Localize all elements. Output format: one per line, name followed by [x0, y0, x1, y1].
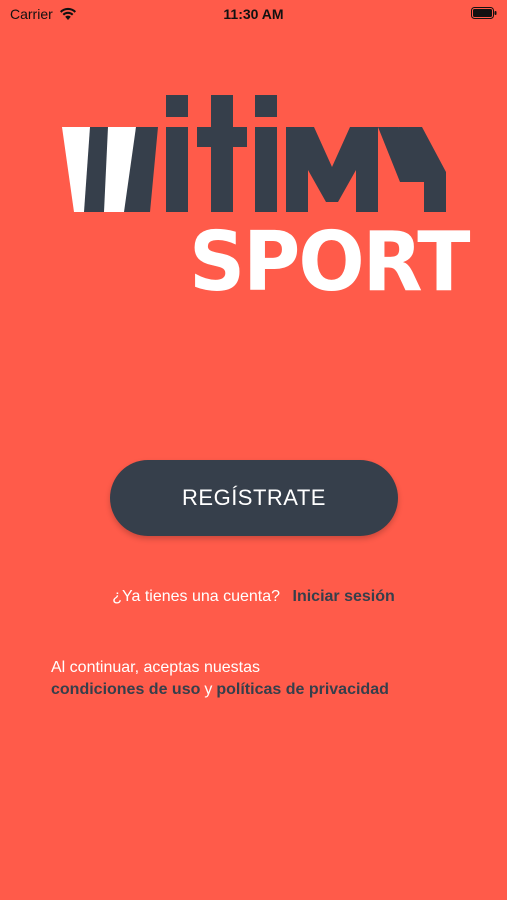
privacy-policy-link[interactable]: políticas de privacidad — [216, 681, 389, 698]
have-account-text: ¿Ya tienes una cuenta? — [112, 588, 281, 605]
register-button[interactable]: REGÍSTRATE — [110, 460, 398, 536]
welcome-screen: Carrier 11:30 AM SPORT REGÍSTRATE ¿Ya ti… — [0, 0, 507, 900]
terms-links-line: condiciones de uso y políticas de privacid… — [51, 679, 491, 701]
login-link[interactable]: Iniciar sesión — [293, 588, 395, 605]
status-time: 11:30 AM — [223, 6, 284, 22]
witim-wordmark — [62, 95, 446, 212]
terms-notice: Al continuar, aceptas nuestas condicione… — [51, 657, 491, 701]
login-prompt: ¿Ya tienes una cuenta? Iniciar sesión — [0, 588, 507, 606]
witim-sport-logo: SPORT — [62, 92, 470, 310]
status-bar: Carrier 11:30 AM — [0, 0, 507, 30]
terms-of-use-link[interactable]: condiciones de uso — [51, 681, 200, 698]
sport-wordmark: SPORT — [189, 215, 470, 310]
battery-icon — [471, 7, 497, 19]
terms-conjunction: y — [204, 681, 213, 698]
terms-intro: Al continuar, aceptas nuestas — [51, 659, 261, 676]
register-button-label: REGÍSTRATE — [182, 485, 326, 510]
